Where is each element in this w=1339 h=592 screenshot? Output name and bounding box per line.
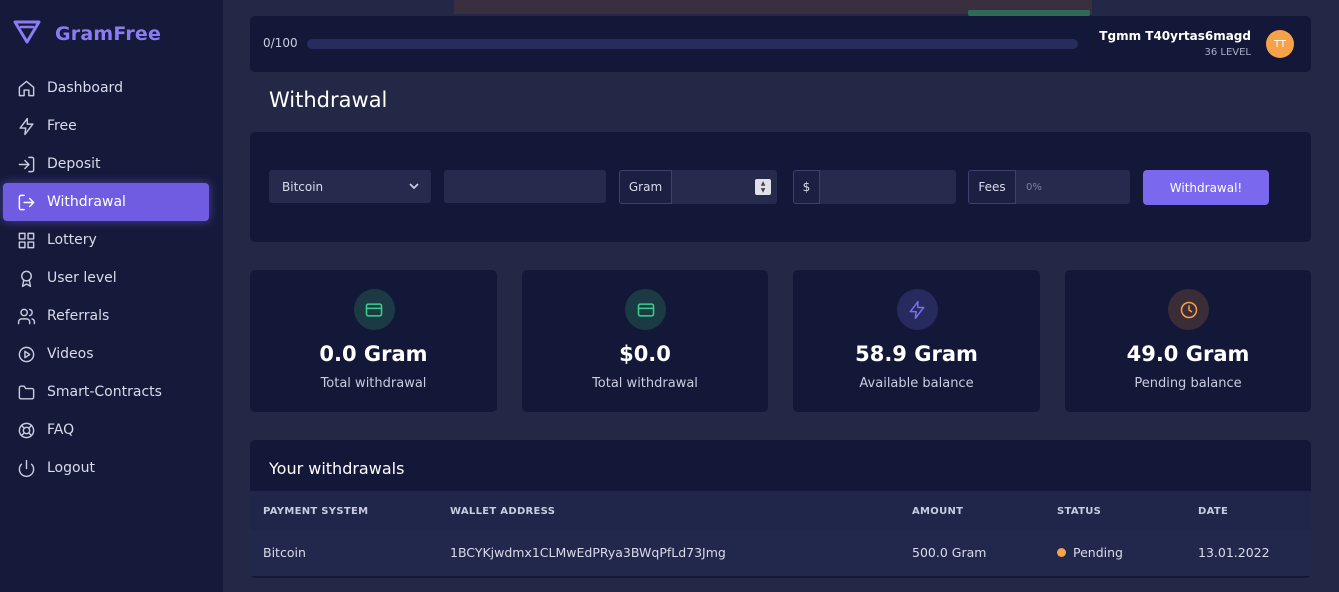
cell-date: 13.01.2022 — [1198, 545, 1270, 560]
stat-value: 49.0 Gram — [1126, 342, 1250, 366]
lightning-icon — [896, 289, 938, 330]
stat-value: 58.9 Gram — [855, 342, 978, 366]
sidebar-item-label: FAQ — [47, 422, 75, 438]
avatar[interactable]: TT — [1266, 30, 1294, 58]
withdraw-form: Bitcoin Gram ▲ ▼ $ Fees 0% Withdrawal! — [250, 132, 1311, 242]
login-icon — [16, 154, 36, 174]
withdraw-button[interactable]: Withdrawal! — [1143, 170, 1269, 205]
user-name: Tgmm T40yrtas6magd — [1099, 29, 1251, 43]
usd-amount-input[interactable] — [820, 170, 956, 204]
award-icon — [16, 268, 36, 288]
sidebar-item-free[interactable]: Free — [0, 107, 223, 145]
home-icon — [16, 78, 36, 98]
top-bar: 0/100 Tgmm T40yrtas6magd 36 LEVEL TT — [250, 16, 1311, 72]
grid-icon — [16, 230, 36, 250]
sidebar-item-label: Deposit — [47, 156, 101, 172]
sidebar-item-label: Smart-Contracts — [47, 384, 162, 400]
column-header: STATUS — [1057, 506, 1102, 517]
fees-group: Fees 0% — [968, 170, 1130, 204]
brand-name: GramFree — [55, 23, 162, 45]
table-header: PAYMENT SYSTEM WALLET ADDRESS AMOUNT STA… — [250, 491, 1311, 531]
clock-icon — [1168, 289, 1209, 330]
card-icon — [625, 289, 666, 330]
payment-system-value: Bitcoin — [282, 179, 324, 194]
sidebar-item-videos[interactable]: Videos — [0, 335, 223, 373]
sidebar-item-lottery[interactable]: Lottery — [0, 221, 223, 259]
stat-card-available-balance: 58.9 Gram Available balance — [793, 270, 1040, 412]
lightning-icon — [16, 116, 36, 136]
fees-input[interactable]: 0% — [1016, 170, 1130, 204]
brand[interactable]: GramFree — [12, 20, 161, 48]
page-title: Withdrawal — [269, 88, 388, 112]
fees-addon: Fees — [968, 170, 1016, 204]
diamond-logo-icon — [12, 19, 42, 49]
level-progress-text: 0/100 — [263, 36, 298, 50]
lifebuoy-icon — [16, 420, 36, 440]
sidebar-item-smart-contracts[interactable]: Smart-Contracts — [0, 373, 223, 411]
stat-label: Total withdrawal — [320, 376, 427, 391]
folder-icon — [16, 382, 36, 402]
sidebar-item-withdrawal[interactable]: Withdrawal — [0, 183, 223, 221]
number-stepper[interactable]: ▲ ▼ — [755, 179, 771, 195]
sidebar-item-label: Dashboard — [47, 80, 123, 96]
payment-system-select[interactable]: Bitcoin — [269, 170, 431, 203]
stat-card-total-withdrawal-gram: 0.0 Gram Total withdrawal — [250, 270, 497, 412]
card-icon — [353, 289, 395, 330]
sidebar-item-dashboard[interactable]: Dashboard — [0, 69, 223, 107]
column-header: DATE — [1198, 506, 1229, 517]
stat-value: $0.0 — [619, 342, 671, 366]
stat-card-total-withdrawal-usd: $0.0 Total withdrawal — [522, 270, 768, 412]
sidebar-item-label: Referrals — [47, 308, 110, 324]
stat-value: 0.0 Gram — [319, 342, 428, 366]
column-header: AMOUNT — [912, 506, 964, 517]
sidebar-item-label: Logout — [47, 460, 95, 476]
play-circle-icon — [16, 344, 36, 364]
user-level: 36 LEVEL — [1204, 47, 1251, 58]
usd-amount-group: $ — [793, 170, 956, 204]
logout-arrow-icon — [16, 192, 36, 212]
sidebar-item-faq[interactable]: FAQ — [0, 411, 223, 449]
sidebar-item-label: Lottery — [47, 232, 97, 248]
sidebar-item-label: Free — [47, 118, 77, 134]
gram-addon: Gram — [619, 170, 672, 204]
stat-label: Total withdrawal — [592, 376, 698, 391]
sidebar-nav: Dashboard Free Deposit Withdrawal Lotter… — [0, 69, 223, 487]
sidebar-item-deposit[interactable]: Deposit — [0, 145, 223, 183]
stat-label: Available balance — [859, 376, 974, 391]
power-icon — [16, 458, 36, 478]
level-progress-bar — [307, 39, 1078, 49]
chevron-down-icon — [408, 180, 420, 192]
withdrawals-table: Your withdrawals PAYMENT SYSTEM WALLET A… — [250, 440, 1311, 578]
fees-placeholder: 0% — [1026, 181, 1042, 193]
status-badge: Pending — [1073, 545, 1123, 560]
wallet-address-input[interactable] — [444, 170, 606, 203]
sidebar: GramFree Dashboard Free Deposit Withdraw… — [0, 0, 223, 592]
gram-amount-group: Gram ▲ ▼ — [619, 170, 777, 204]
sidebar-item-label: Withdrawal — [47, 194, 126, 210]
sidebar-item-logout[interactable]: Logout — [0, 449, 223, 487]
users-icon — [16, 306, 36, 326]
cell-amount: 500.0 Gram — [912, 545, 987, 560]
sidebar-item-label: Videos — [47, 346, 94, 362]
gram-amount-input[interactable]: ▲ ▼ — [672, 170, 777, 204]
status-dot — [1057, 548, 1066, 557]
table-title: Your withdrawals — [269, 459, 405, 478]
column-header: PAYMENT SYSTEM — [263, 506, 369, 517]
cell-wallet-address: 1BCYKjwdmx1CLMwEdPRya3BWqPfLd73Jmg — [450, 545, 726, 560]
cell-payment-system: Bitcoin — [263, 545, 306, 560]
sidebar-item-label: User level — [47, 270, 117, 286]
table-row: Bitcoin 1BCYKjwdmx1CLMwEdPRya3BWqPfLd73J… — [250, 531, 1311, 576]
usd-addon: $ — [793, 170, 820, 204]
stat-card-pending-balance: 49.0 Gram Pending balance — [1065, 270, 1311, 412]
cell-status: Pending — [1057, 545, 1123, 560]
column-header: WALLET ADDRESS — [450, 506, 556, 517]
stat-label: Pending balance — [1134, 376, 1242, 391]
sidebar-item-referrals[interactable]: Referrals — [0, 297, 223, 335]
sidebar-item-user-level[interactable]: User level — [0, 259, 223, 297]
